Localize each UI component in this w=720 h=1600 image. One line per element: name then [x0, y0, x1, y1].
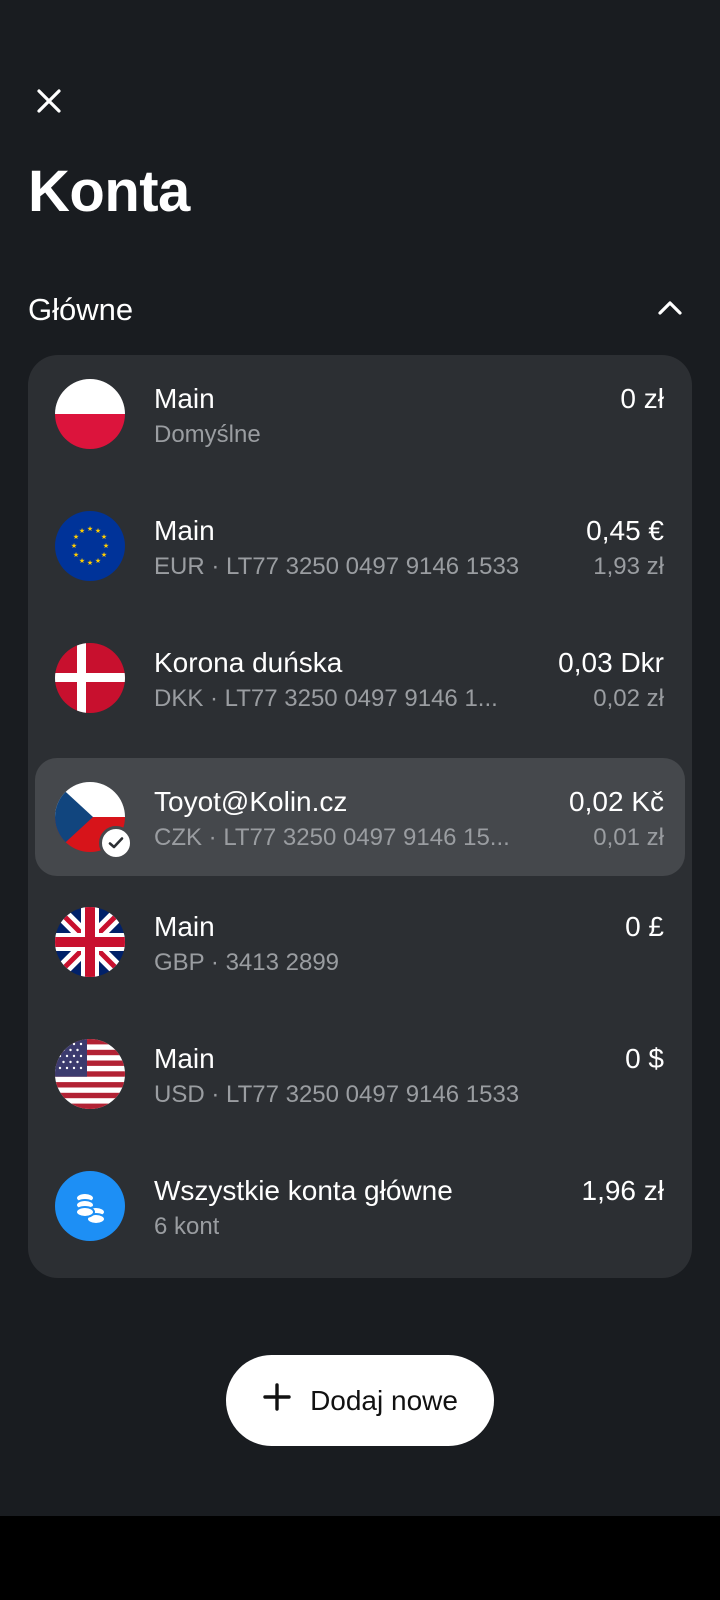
account-balance: 0,02 Kč	[569, 786, 664, 817]
page-title: Konta	[28, 159, 190, 224]
czechia-flag-icon	[55, 782, 133, 860]
account-name: Main	[154, 383, 215, 414]
svg-text:★: ★	[95, 557, 101, 565]
account-row-dkk[interactable]: Korona duńska 0,03 Dkr DKK · LT77 3250 0…	[28, 619, 692, 737]
denmark-flag-icon	[55, 643, 125, 713]
account-converted: 0,02 zł	[593, 685, 664, 712]
svg-text:★: ★	[79, 557, 85, 565]
account-row-gbp[interactable]: Main 0 £ GBP · 3413 2899	[28, 883, 692, 1001]
account-subtitle: Domyślne	[154, 421, 261, 448]
coins-icon	[55, 1171, 125, 1241]
account-subtitle: DKK · LT77 3250 0497 9146 1...	[154, 685, 498, 712]
account-converted: 0,01 zł	[593, 824, 664, 851]
account-row-czk[interactable]: Toyot@Kolin.cz 0,02 Kč CZK · LT77 3250 0…	[35, 758, 685, 876]
account-balance: 0 $	[625, 1043, 664, 1074]
close-icon	[35, 87, 63, 120]
svg-text:★: ★	[101, 533, 107, 541]
system-navigation-bar	[0, 1516, 720, 1600]
account-row-all[interactable]: Wszystkie konta główne 1,96 zł 6 kont	[28, 1147, 692, 1265]
collapse-button[interactable]	[648, 288, 692, 332]
account-name: Main	[154, 1043, 215, 1074]
uk-flag-icon	[55, 907, 125, 977]
account-name: Korona duńska	[154, 647, 343, 678]
account-row-pln[interactable]: Main 0 zł Domyślne	[28, 355, 692, 473]
account-subtitle: USD · LT77 3250 0497 9146 1533	[154, 1081, 520, 1108]
usa-flag-icon	[55, 1039, 125, 1109]
eu-flag-icon: ★ ★ ★ ★ ★ ★ ★ ★ ★ ★ ★ ★	[55, 511, 125, 581]
account-balance: 0,03 Dkr	[558, 647, 664, 678]
svg-text:★: ★	[103, 542, 109, 550]
section-title: Główne	[28, 292, 134, 327]
account-converted: 1,93 zł	[593, 553, 664, 580]
svg-text:★: ★	[71, 542, 77, 550]
account-name: Wszystkie konta główne	[154, 1175, 453, 1206]
svg-text:★: ★	[101, 551, 107, 559]
account-balance: 1,96 zł	[581, 1175, 665, 1206]
close-button[interactable]	[28, 82, 70, 124]
account-row-usd[interactable]: Main 0 $ USD · LT77 3250 0497 9146 1533	[28, 1015, 692, 1133]
account-row-eur[interactable]: ★ ★ ★ ★ ★ ★ ★ ★ ★ ★ ★ ★ Main 0,45 € EUR · LT77 3…	[28, 487, 692, 605]
accounts-card: Main 0 zł Domyślne ★ ★ ★ ★ ★ ★ ★ ★ ★ ★ ★ ★	[28, 355, 692, 1278]
add-new-label: Dodaj nowe	[310, 1384, 458, 1416]
svg-text:★: ★	[73, 551, 79, 559]
account-balance: 0,45 €	[586, 515, 664, 546]
chevron-up-icon	[657, 299, 683, 322]
add-new-button[interactable]: Dodaj nowe	[226, 1355, 494, 1446]
account-name: Main	[154, 515, 215, 546]
svg-text:★: ★	[87, 525, 93, 533]
section-header[interactable]: Główne	[28, 286, 692, 334]
account-balance: 0 zł	[620, 383, 664, 414]
selected-check-icon	[99, 826, 133, 860]
account-subtitle: EUR · LT77 3250 0497 9146 1533	[154, 553, 520, 580]
account-name: Main	[154, 911, 215, 942]
account-balance: 0 £	[625, 911, 664, 942]
svg-text:★: ★	[87, 559, 93, 567]
poland-flag-icon	[55, 379, 125, 449]
account-name: Toyot@Kolin.cz	[154, 786, 348, 817]
account-subtitle: CZK · LT77 3250 0497 9146 15...	[154, 824, 510, 851]
account-subtitle: GBP · 3413 2899	[154, 949, 340, 976]
plus-icon	[262, 1382, 292, 1419]
account-subtitle: 6 kont	[154, 1213, 220, 1240]
svg-text:★: ★	[79, 527, 85, 535]
